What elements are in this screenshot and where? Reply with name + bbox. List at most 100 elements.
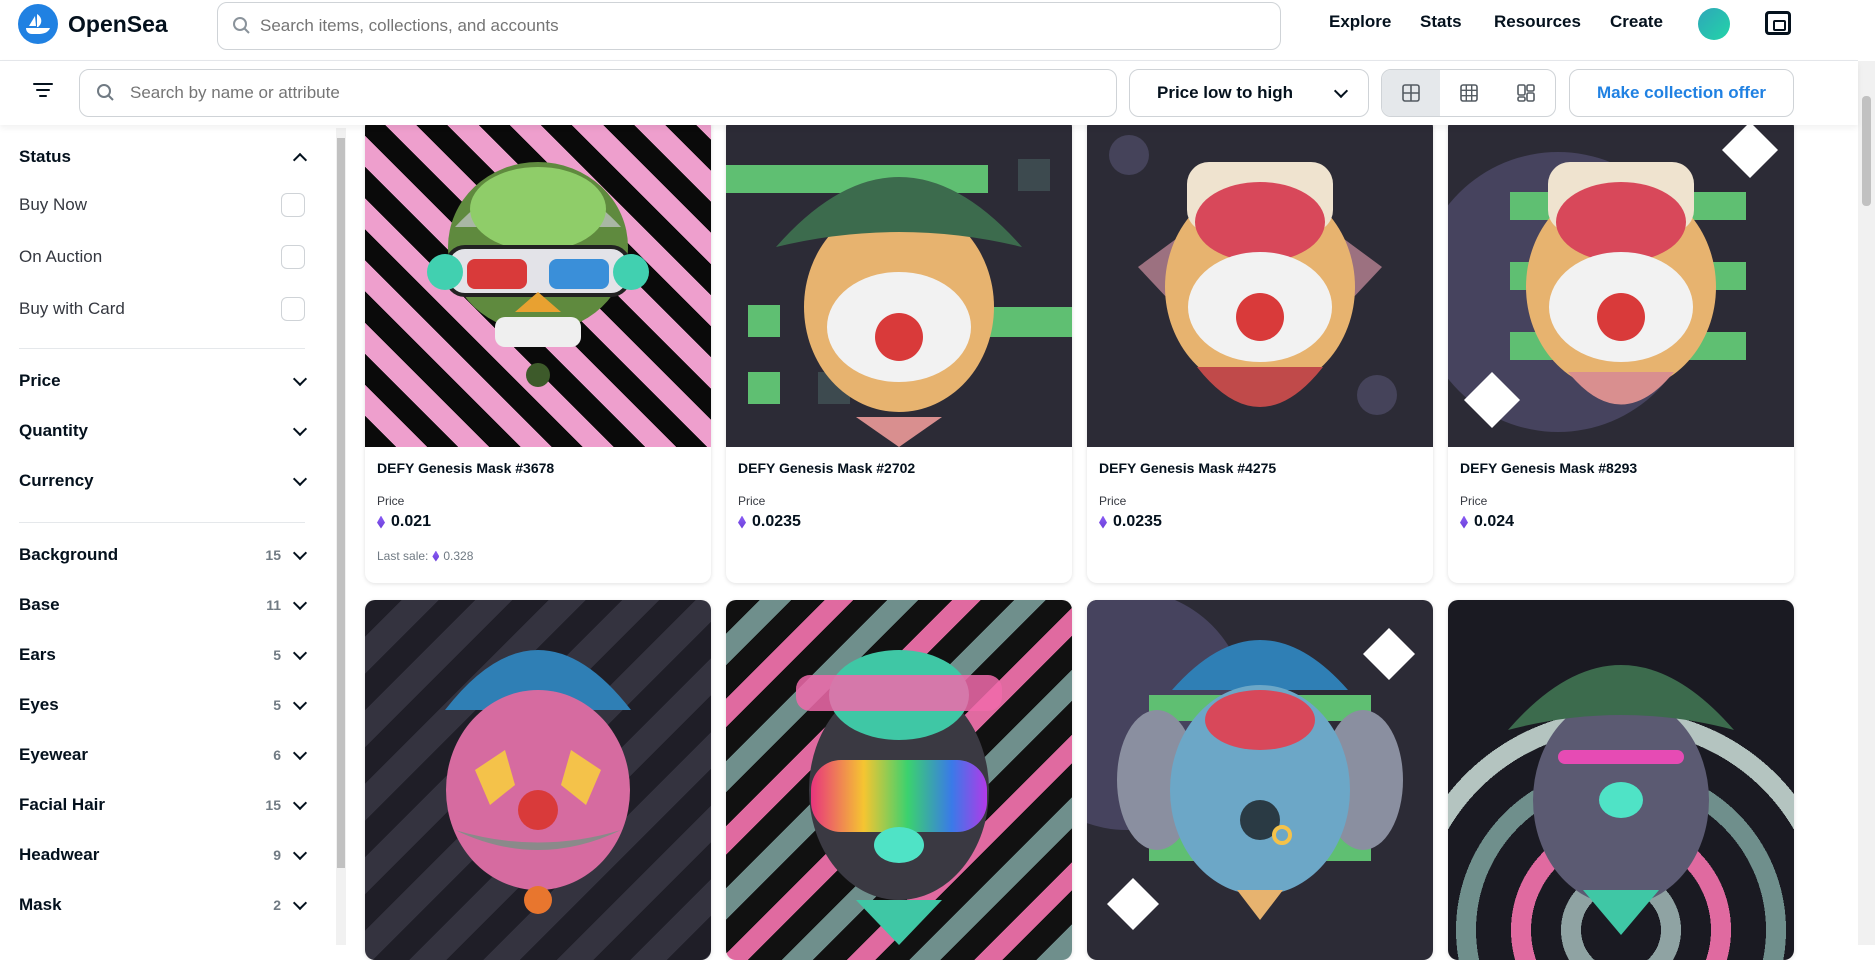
status-filter-header[interactable]: Status (19, 147, 308, 167)
global-search-input[interactable] (260, 16, 1280, 36)
grid-small-icon (1459, 84, 1478, 102)
status-option-on-auction[interactable]: On Auction (19, 245, 305, 269)
checkbox[interactable] (281, 245, 305, 269)
status-filter-title: Status (19, 147, 71, 166)
nft-name: DEFY Genesis Mask #3678 (377, 460, 555, 476)
nft-card[interactable]: DEFY Genesis Mask #3678 Price 0.021 Last… (365, 117, 711, 583)
divider (19, 522, 305, 523)
sidebar-scrollbar[interactable] (336, 128, 346, 945)
price-value: 0.021 (391, 513, 432, 530)
trait-name: Headwear (19, 845, 100, 864)
chevron-down-icon (292, 595, 308, 610)
ethereum-icon (1099, 515, 1107, 529)
nft-card[interactable] (726, 600, 1072, 960)
trait-name: Background (19, 545, 119, 564)
sort-dropdown[interactable]: Price low to high (1129, 69, 1369, 117)
collection-toolbar: Price low to high Make collection offer (0, 61, 1858, 125)
nft-image (726, 117, 1072, 447)
wallet-icon[interactable] (1765, 11, 1791, 35)
grid-large-button[interactable] (1382, 70, 1440, 116)
status-option-label: On Auction (19, 247, 103, 266)
ethereum-icon (432, 550, 440, 562)
trait-count: 15 (265, 797, 281, 813)
nft-card[interactable] (365, 600, 711, 960)
nft-image (1448, 600, 1794, 960)
trait-filter-base[interactable]: Base 11 (19, 595, 308, 615)
opensea-logo[interactable]: OpenSea (18, 4, 168, 44)
nft-card[interactable]: DEFY Genesis Mask #2702 Price 0.0235 (726, 117, 1072, 583)
price-value: 0.0235 (752, 513, 801, 530)
trait-filter-mask[interactable]: Mask 2 (19, 895, 308, 915)
checkbox[interactable] (281, 297, 305, 321)
price-value: 0.0235 (1113, 513, 1162, 530)
trait-filter-background[interactable]: Background 15 (19, 545, 308, 565)
filter-label: Quantity (19, 421, 88, 440)
opensea-logo-icon (18, 4, 58, 44)
top-nav: OpenSea Explore Stats Resources Create (0, 0, 1858, 61)
chevron-down-icon (292, 545, 308, 560)
nav-resources[interactable]: Resources (1494, 12, 1581, 32)
attribute-search[interactable] (79, 69, 1117, 117)
trait-name: Ears (19, 645, 56, 664)
global-search[interactable] (217, 2, 1281, 50)
nft-name: DEFY Genesis Mask #8293 (1460, 460, 1638, 476)
chevron-down-icon (292, 895, 308, 910)
trait-filter-ears[interactable]: Ears 5 (19, 645, 308, 665)
nft-card[interactable] (1087, 600, 1433, 960)
nav-stats[interactable]: Stats (1420, 12, 1462, 32)
avatar[interactable] (1698, 8, 1730, 40)
last-sale: Last sale: 0.328 (377, 549, 473, 563)
trait-name: Eyes (19, 695, 59, 714)
status-option-buy-now[interactable]: Buy Now (19, 193, 305, 217)
trait-filter-facial-hair[interactable]: Facial Hair 15 (19, 795, 308, 815)
nft-image (726, 600, 1072, 960)
nft-name: DEFY Genesis Mask #2702 (738, 460, 916, 476)
ethereum-icon (738, 515, 746, 529)
price-value: 0.024 (1474, 513, 1515, 530)
trait-filter-eyes[interactable]: Eyes 5 (19, 695, 308, 715)
currency-filter[interactable]: Currency (19, 471, 308, 491)
chevron-up-icon (292, 152, 308, 167)
nav-explore[interactable]: Explore (1329, 12, 1391, 32)
nft-price: 0.024 (1460, 513, 1514, 531)
attribute-search-input[interactable] (130, 83, 1116, 103)
ethereum-icon (377, 515, 385, 529)
nft-price: 0.021 (377, 513, 431, 531)
nft-image (1087, 600, 1433, 960)
filter-label: Price (19, 371, 61, 390)
checkbox[interactable] (281, 193, 305, 217)
search-icon (97, 84, 114, 101)
chevron-down-icon (1333, 83, 1349, 98)
nav-create[interactable]: Create (1610, 12, 1663, 32)
price-label: Price (1099, 494, 1127, 508)
filter-sidebar: Status Buy Now On Auction Buy with Card … (0, 125, 330, 945)
nft-card[interactable]: DEFY Genesis Mask #4275 Price 0.0235 (1087, 117, 1433, 583)
trait-name: Facial Hair (19, 795, 105, 814)
filter-label: Currency (19, 471, 94, 490)
nft-card[interactable] (1448, 600, 1794, 960)
nft-price: 0.0235 (1099, 513, 1162, 531)
quantity-filter[interactable]: Quantity (19, 421, 308, 441)
make-collection-offer-button[interactable]: Make collection offer (1569, 69, 1794, 117)
view-toggle (1381, 69, 1556, 117)
nft-image (365, 600, 711, 960)
page-scrollbar[interactable] (1858, 61, 1875, 945)
nft-card[interactable]: DEFY Genesis Mask #8293 Price 0.024 (1448, 117, 1794, 583)
search-icon (233, 17, 250, 34)
trait-count: 9 (273, 847, 281, 863)
status-option-buy-with-card[interactable]: Buy with Card (19, 297, 305, 321)
trait-count: 15 (265, 547, 281, 563)
price-filter[interactable]: Price (19, 371, 308, 391)
price-label: Price (377, 494, 405, 508)
trait-filter-eyewear[interactable]: Eyewear 6 (19, 745, 308, 765)
grid-mosaic-button[interactable] (1497, 70, 1555, 116)
trait-name: Mask (19, 895, 62, 914)
filter-icon[interactable] (33, 83, 53, 99)
trait-filter-headwear[interactable]: Headwear 9 (19, 845, 308, 865)
brand-name: OpenSea (68, 10, 168, 37)
trait-count: 2 (273, 897, 281, 913)
trait-count: 6 (273, 747, 281, 763)
grid-small-button[interactable] (1440, 70, 1498, 116)
chevron-down-icon (292, 371, 308, 386)
chevron-down-icon (292, 421, 308, 436)
